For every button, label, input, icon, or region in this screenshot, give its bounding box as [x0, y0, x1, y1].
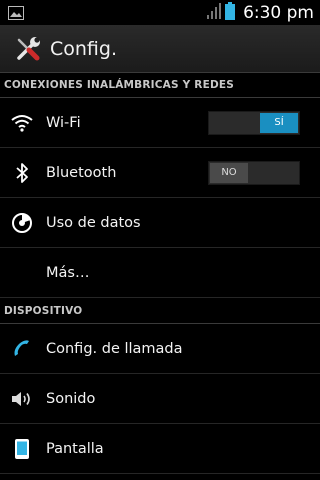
speaker-icon [10, 387, 34, 411]
wifi-toggle-state: SÍ [260, 113, 298, 133]
status-bar: 6:30 pm [0, 0, 320, 25]
data-usage-label: Uso de datos [46, 215, 141, 231]
display-label: Pantalla [46, 441, 104, 457]
settings-item-data-usage[interactable]: Uso de datos [0, 198, 320, 248]
status-time: 6:30 pm [243, 2, 314, 23]
call-settings-label: Config. de llamada [46, 341, 183, 357]
settings-item-bluetooth[interactable]: Bluetooth NO [0, 148, 320, 198]
bluetooth-icon [10, 161, 34, 185]
wifi-icon [10, 111, 34, 135]
phone-icon [10, 337, 34, 361]
wifi-toggle[interactable]: SÍ [208, 111, 300, 135]
page-title: Config. [50, 37, 118, 60]
signal-icon [207, 2, 222, 23]
sound-label: Sonido [46, 391, 96, 407]
data-usage-icon [10, 211, 34, 235]
settings-tools-icon[interactable] [14, 35, 42, 63]
bluetooth-toggle[interactable]: NO [208, 161, 300, 185]
bluetooth-toggle-state: NO [210, 163, 248, 183]
settings-item-more[interactable]: Más… [0, 248, 320, 298]
display-icon [10, 437, 34, 461]
bluetooth-label: Bluetooth [46, 165, 117, 181]
section-header-wireless: CONEXIONES INALÁMBRICAS Y REDES [0, 74, 320, 99]
more-label: Más… [46, 265, 90, 281]
section-header-device: DISPOSITIVO [0, 300, 320, 325]
action-bar: Config. [0, 25, 320, 73]
settings-item-wifi[interactable]: Wi-Fi SÍ [0, 98, 320, 148]
settings-item-display[interactable]: Pantalla [0, 424, 320, 474]
wifi-label: Wi-Fi [46, 115, 81, 131]
battery-icon [225, 1, 236, 24]
settings-item-call-settings[interactable]: Config. de llamada [0, 324, 320, 374]
gallery-icon [8, 5, 24, 20]
settings-item-sound[interactable]: Sonido [0, 374, 320, 424]
